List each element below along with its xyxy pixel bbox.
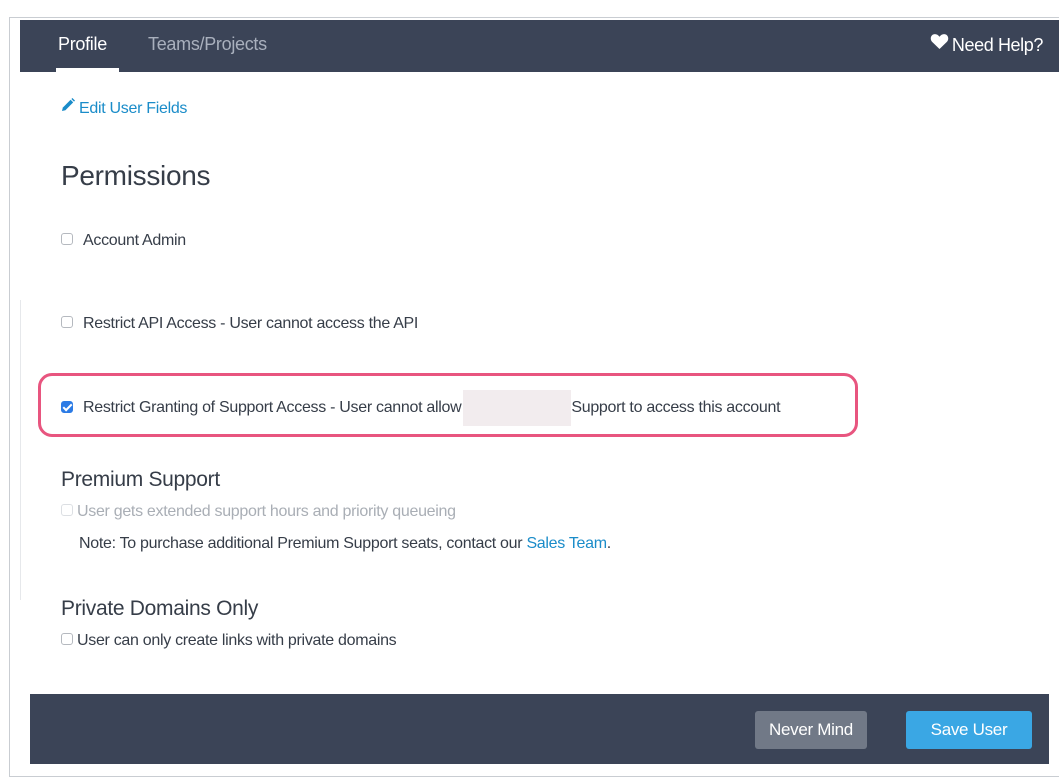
- pencil-icon: [61, 97, 75, 117]
- premium-support-label: User gets extended support hours and pri…: [77, 503, 456, 520]
- save-user-button[interactable]: Save User: [906, 711, 1032, 749]
- restrict-api-checkbox[interactable]: [61, 316, 73, 329]
- edit-user-fields-link[interactable]: Edit User Fields: [61, 97, 188, 118]
- restrict-support-label: Restrict Granting of Support Access - Us…: [83, 399, 462, 417]
- account-admin-option[interactable]: Account Admin: [61, 232, 186, 250]
- premium-note-end: .: [606, 535, 611, 552]
- tab-teams-projects[interactable]: Teams/Projects: [148, 20, 267, 72]
- account-admin-label: Account Admin: [83, 232, 186, 249]
- restrict-support-checkbox[interactable]: [61, 400, 73, 413]
- premium-note: Note: To purchase additional Premium Sup…: [79, 535, 611, 553]
- sales-team-link[interactable]: Sales Team: [526, 535, 607, 552]
- edit-user-fields-label: Edit User Fields: [79, 100, 188, 117]
- heart-icon: [930, 19, 949, 69]
- need-help-link[interactable]: Need Help?: [930, 20, 1043, 72]
- permissions-heading: Permissions: [61, 160, 211, 191]
- private-domains-option[interactable]: User can only create links with private …: [61, 632, 397, 650]
- premium-support-heading: Premium Support: [61, 468, 220, 491]
- premium-support-checkbox: [61, 504, 73, 517]
- tab-profile[interactable]: Profile: [58, 20, 107, 72]
- active-tab-indicator: [56, 68, 119, 72]
- restrict-support-label-end: Support to access this account: [571, 399, 781, 417]
- private-domains-label: User can only create links with private …: [77, 632, 397, 649]
- private-domains-heading: Private Domains Only: [61, 597, 259, 620]
- never-mind-button[interactable]: Never Mind: [755, 711, 867, 749]
- left-divider: [20, 300, 21, 600]
- restrict-support-option[interactable]: Restrict Granting of Support Access - Us…: [61, 390, 781, 426]
- dialog-footer: Never Mind Save User: [30, 694, 1049, 764]
- premium-note-text: Note: To purchase additional Premium Sup…: [79, 535, 523, 552]
- account-admin-checkbox[interactable]: [61, 233, 73, 246]
- private-domains-checkbox[interactable]: [61, 633, 73, 646]
- restrict-api-option[interactable]: Restrict API Access - User cannot access…: [61, 315, 418, 333]
- premium-support-option: User gets extended support hours and pri…: [61, 503, 456, 521]
- redacted-brand: [463, 390, 572, 426]
- restrict-api-label: Restrict API Access - User cannot access…: [83, 315, 419, 332]
- need-help-label: Need Help?: [951, 35, 1043, 55]
- top-nav: Profile Teams/Projects Need Help?: [20, 20, 1059, 72]
